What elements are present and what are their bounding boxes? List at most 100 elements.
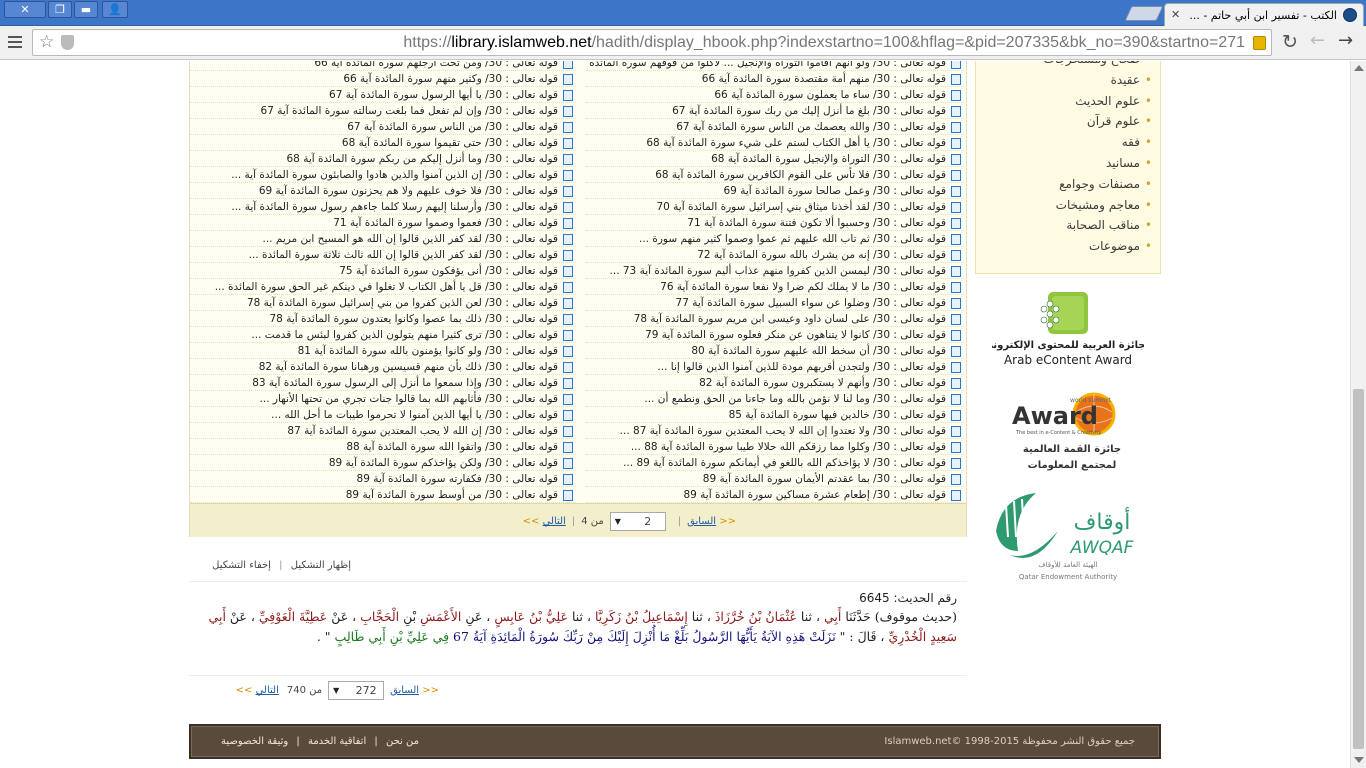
prev-page-link[interactable]: السابق	[687, 516, 716, 527]
index-entry-link[interactable]: قوله تعالى : 30/ ساء ما يعملون سورة الما…	[586, 87, 964, 103]
index-entry-link[interactable]: قوله تعالى : 30/ ذلك بما عصوا وكانوا يعت…	[190, 311, 576, 327]
reload-icon[interactable]: ↻	[1282, 31, 1298, 53]
sidebar-category-link[interactable]: مناقب الصحابة	[976, 215, 1160, 236]
index-entry-link[interactable]: قوله تعالى : 30/ إن الله لا يحب المعتدين…	[190, 423, 576, 439]
awqaf-logo[interactable]: أوقاف AWQAF الهيئة العامة للأوقاف Qatar …	[992, 491, 1144, 583]
page-select[interactable]: 2	[609, 512, 666, 531]
index-entry-link[interactable]: قوله تعالى : 30/ فأثابهم الله بما قالوا …	[190, 391, 576, 407]
index-entry-link[interactable]: قوله تعالى : 30/ يا أهل الكتاب لستم على …	[586, 135, 964, 151]
sidebar-category-link[interactable]: معاجم ومشيخات	[976, 195, 1160, 216]
index-entry-link[interactable]: قوله تعالى : 30/ فلا تأس على القوم الكاف…	[586, 167, 964, 183]
sidebar-category-link[interactable]: موضوعات	[976, 236, 1160, 257]
sidebar-category-link[interactable]: علوم قرآن	[976, 111, 1160, 132]
narrator-link[interactable]: الأَعْمَشِ	[420, 609, 461, 624]
next-hadith-link[interactable]: التالي	[256, 685, 279, 696]
index-entry-link[interactable]: قوله تعالى : 30/ إن الذين آمنوا والذين ه…	[190, 167, 576, 183]
index-entry-link[interactable]: قوله تعالى : 30/ يا أيها الذين آمنوا لا …	[190, 407, 576, 423]
lock-icon[interactable]	[1253, 36, 1266, 50]
index-entry-link[interactable]: قوله تعالى : 30/ ليمسن الذين كفروا منهم …	[586, 263, 964, 279]
index-entry-link[interactable]: قوله تعالى : 30/ وأنهم لا يستكبرون سورة …	[586, 375, 964, 391]
index-entry-link[interactable]: قوله تعالى : 30/ أنى يؤفكون سورة المائدة…	[190, 263, 576, 279]
index-entry-link[interactable]: قوله تعالى : 30/ لقد أخذنا ميثاق بني إسر…	[586, 199, 964, 215]
index-entry-link[interactable]: قوله تعالى : 30/ وإن لم تفعل فما بلغت رس…	[190, 103, 576, 119]
bookmark-star-icon[interactable]: ☆	[39, 33, 54, 51]
prev-hadith-link[interactable]: السابق	[390, 685, 419, 696]
index-entry-link[interactable]: قوله تعالى : 30/ إنه من يشرك بالله سورة …	[586, 247, 964, 263]
index-entry-link[interactable]: قوله تعالى : 30/ وكلوا مما رزقكم الله حل…	[586, 439, 964, 455]
back-arrow-icon[interactable]: ←	[1310, 30, 1325, 51]
index-entry-link[interactable]: قوله تعالى : 30/ فعموا وصموا سورة المائد…	[190, 215, 576, 231]
tab-active[interactable]: الكتب - تفسير ابن أبي حاتم - ... ✕	[1164, 3, 1364, 26]
index-entry-link[interactable]: قوله تعالى : 30/ على لسان داود وعيسى ابن…	[586, 311, 964, 327]
page-scrollbar[interactable]	[1350, 61, 1366, 768]
index-entry-link[interactable]: قوله تعالى : 30/ ما لا يملك لكم ضرا ولا …	[586, 279, 964, 295]
world-summit-award-logo[interactable]: world summit Award The best in e-Content…	[1006, 392, 1134, 474]
index-entry-link[interactable]: قوله تعالى : 30/ يا أيها الرسول سورة الم…	[190, 87, 576, 103]
profile-button[interactable]: 👤	[102, 1, 128, 18]
sidebar-category-link[interactable]: مسانيد	[976, 153, 1160, 174]
show-diacritics-link[interactable]: إظهار التشكيل	[291, 560, 351, 571]
index-entry-link[interactable]: قوله تعالى : 30/ واتقوا الله سورة المائد…	[190, 439, 576, 455]
index-entry-link[interactable]: قوله تعالى : 30/ ثم تاب الله عليهم ثم عم…	[586, 231, 964, 247]
index-entry-link[interactable]: قوله تعالى : 30/ كانوا لا يتناهون عن منك…	[586, 327, 964, 343]
menu-icon[interactable]	[8, 36, 22, 48]
index-entry-link[interactable]: قوله تعالى : 30/ حتى تقيموا سورة المائدة…	[190, 135, 576, 151]
scroll-down-arrow-icon[interactable]	[1354, 757, 1364, 763]
index-entry-link[interactable]: قوله تعالى : 30/ بما عقدتم الأيمان سورة …	[586, 471, 964, 487]
hide-diacritics-link[interactable]: إخفاء التشكيل	[212, 560, 271, 571]
narrator-link[interactable]: أَبِي	[824, 609, 841, 624]
index-entry-link[interactable]: قوله تعالى : 30/ ولكن يؤاخذكم سورة المائ…	[190, 455, 576, 471]
sidebar-category-link[interactable]: مصنفات وجوامع	[976, 174, 1160, 195]
close-window-button[interactable]: ✕	[4, 1, 46, 18]
index-entry-link[interactable]: قوله تعالى : 30/ لقد كفر الذين قالوا إن …	[190, 247, 576, 263]
index-entry-link[interactable]: قوله تعالى : 30/ ذلك بأن منهم قسيسين وره…	[190, 359, 576, 375]
index-entry-link[interactable]: قوله تعالى : 30/ ولو كانوا يؤمنون بالله …	[190, 343, 576, 359]
index-entry-link[interactable]: قوله تعالى : 30/ فلا خوف عليهم ولا هم يح…	[190, 183, 576, 199]
index-entry-link[interactable]: قوله تعالى : 30/ قل يا أهل الكتاب لا تغل…	[190, 279, 576, 295]
index-entry-link[interactable]: قوله تعالى : 30/ أن سخط الله عليهم سورة …	[586, 343, 964, 359]
index-entry-link[interactable]: قوله تعالى : 30/ وضلوا عن سواء السبيل سو…	[586, 295, 964, 311]
index-entry-link[interactable]: قوله تعالى : 30/ وعمل صالحا سورة المائدة…	[586, 183, 964, 199]
index-entry-link[interactable]: قوله تعالى : 30/ وإذا سمعوا ما أنزل إلى …	[190, 375, 576, 391]
index-entry-link[interactable]: قوله تعالى : 30/ ولتجدن أقربهم مودة للذي…	[586, 359, 964, 375]
index-entry-link[interactable]: قوله تعالى : 30/ ولا تعتدوا إن الله لا ي…	[586, 423, 964, 439]
close-tab-icon[interactable]: ✕	[1171, 8, 1180, 21]
scrollbar-thumb[interactable]	[1353, 389, 1364, 749]
index-entry-link[interactable]: قوله تعالى : 30/ ولو أنهم أقاموا التوراة…	[586, 61, 964, 71]
index-entry-link[interactable]: قوله تعالى : 30/ والله يعصمك من الناس سو…	[586, 119, 964, 135]
sidebar-category-link[interactable]: عقيدة	[976, 70, 1160, 91]
index-entry-link[interactable]: قوله تعالى : 30/ لعن الذين كفروا من بني …	[190, 295, 576, 311]
sidebar-category-link[interactable]: علوم الحديث	[976, 91, 1160, 112]
index-entry-link[interactable]: قوله تعالى : 30/ وما لنا لا نؤمن بالله و…	[586, 391, 964, 407]
index-entry-link[interactable]: قوله تعالى : 30/ منهم أمة مقتصدة سورة ال…	[586, 71, 964, 87]
index-entry-link[interactable]: قوله تعالى : 30/ التوراة والإنجيل سورة ا…	[586, 151, 964, 167]
narrator-link[interactable]: عَلِيُّ بْنُ عَابِسٍ	[494, 609, 568, 624]
index-entry-link[interactable]: قوله تعالى : 30/ من أوسط سورة المائدة آي…	[190, 487, 576, 503]
index-entry-link[interactable]: قوله تعالى : 30/ وما أنزل إليكم من ربكم …	[190, 151, 576, 167]
index-entry-link[interactable]: قوله تعالى : 30/ بلغ ما أنزل إليك من ربك…	[586, 103, 964, 119]
address-bar[interactable]: ☆ https://library.islamweb.net/hadith/di…	[32, 29, 1272, 56]
index-entry-link[interactable]: قوله تعالى : 30/ من الناس سورة المائدة آ…	[190, 119, 576, 135]
scroll-up-arrow-icon[interactable]	[1354, 65, 1364, 71]
index-entry-link[interactable]: قوله تعالى : 30/ وكثير منهم سورة المائدة…	[190, 71, 576, 87]
new-tab-button[interactable]	[1124, 6, 1164, 21]
index-entry-link[interactable]: قوله تعالى : 30/ ومن تحت أرجلهم سورة الم…	[190, 61, 576, 71]
next-page-link[interactable]: التالي	[543, 516, 566, 527]
minimize-window-button[interactable]: ▬	[74, 1, 98, 18]
index-entry-link[interactable]: قوله تعالى : 30/ ترى كثيرا منهم يتولون ا…	[190, 327, 576, 343]
index-entry-link[interactable]: قوله تعالى : 30/ وحسبوا ألا تكون فتنة سو…	[586, 215, 964, 231]
footer-link-terms[interactable]: اتفاقية الخدمة	[308, 736, 366, 747]
narrator-link[interactable]: إِسْمَاعِيلُ بْنُ زَكَرِيَّا	[595, 609, 688, 624]
sidebar-category-link[interactable]: صحاح ومستخرجات	[976, 61, 1160, 70]
narrator-link[interactable]: عَطِيَّةَ الْعَوْفِيِّ	[259, 609, 327, 624]
narrator-link[interactable]: عُثْمَانُ بْنُ خُرَّزَاذَ	[715, 609, 797, 624]
restore-window-button[interactable]: ❐	[48, 1, 72, 18]
index-entry-link[interactable]: قوله تعالى : 30/ لا يؤاخذكم الله باللغو …	[586, 455, 964, 471]
index-entry-link[interactable]: قوله تعالى : 30/ لقد كفر الذين قالوا إن …	[190, 231, 576, 247]
footer-link-about[interactable]: من نحن	[386, 736, 419, 747]
footer-link-privacy[interactable]: وثيقة الخصوصية	[221, 736, 288, 747]
hadith-page-select[interactable]: 272	[328, 681, 385, 700]
index-entry-link[interactable]: قوله تعالى : 30/ وأرسلنا إليهم رسلا كلما…	[190, 199, 576, 215]
index-entry-link[interactable]: قوله تعالى : 30/ إطعام عشرة مساكين سورة …	[586, 487, 964, 503]
shield-icon[interactable]	[61, 35, 74, 50]
